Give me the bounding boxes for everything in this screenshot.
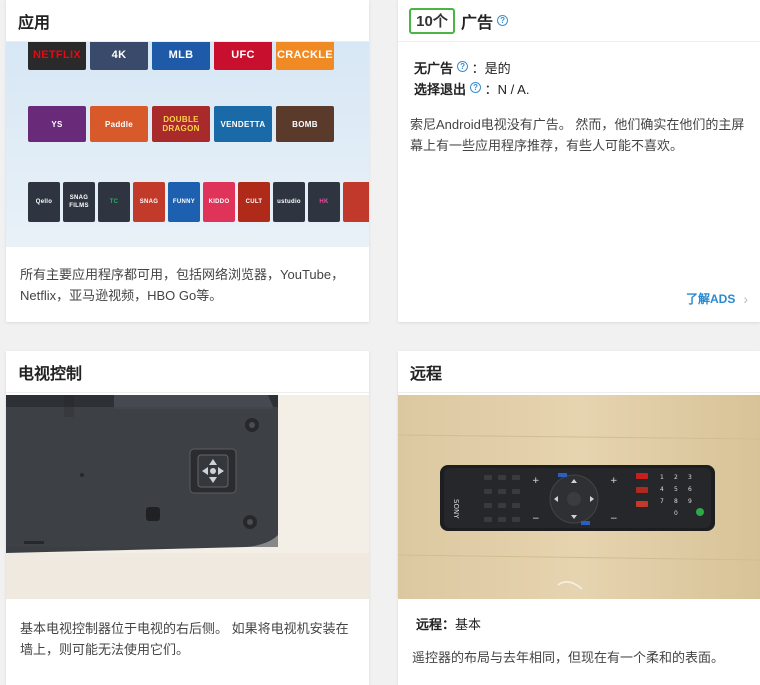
app-tile[interactable]: ustudio (273, 182, 305, 222)
svg-text:−: − (610, 514, 618, 524)
svg-text:3: 3 (688, 474, 692, 481)
tv-back-illustration (6, 395, 369, 599)
app-logo: MLB (152, 42, 210, 70)
tv-control-title: 电视控制 (6, 351, 369, 393)
app-logo: NETFLIX (28, 42, 86, 70)
app-logo: KIDDO (203, 182, 235, 222)
app-logo: VENDETTA (214, 106, 272, 142)
help-icon[interactable]: ? (470, 82, 482, 93)
apps-row-top: NETFLIX 4K MLB UFC CRACKLE (28, 42, 338, 70)
app-tile[interactable]: 4K (90, 42, 148, 70)
learn-ads-label: 了解ADS (685, 292, 736, 306)
no-ads-row: 无广告? ：是的 (414, 58, 511, 77)
opt-out-row: 选择退出? ：N / A. (414, 79, 529, 98)
no-ads-label: 无广告 (414, 61, 454, 76)
help-icon[interactable]: ? (457, 61, 469, 72)
svg-text:9: 9 (688, 498, 692, 505)
svg-text:1: 1 (660, 474, 664, 481)
ads-card: 10个 广告 ? 无广告? ：是的 选择退出? ：N / A. 索尼Androi… (398, 0, 760, 322)
remote-illustration: SONY + − + − 1 2 3 4 5 6 7 8 9 0 (398, 395, 760, 599)
app-logo: HK (308, 182, 340, 222)
app-tile[interactable] (343, 182, 369, 222)
app-tile[interactable]: FUNNY (168, 182, 200, 222)
svg-text:4: 4 (660, 486, 664, 493)
app-logo (343, 182, 369, 222)
app-tile[interactable]: UFC (214, 42, 272, 70)
chevron-right-icon: › (743, 290, 748, 307)
help-icon[interactable]: ? (497, 15, 509, 26)
remote-value: 基本 (455, 617, 482, 632)
app-tile[interactable]: TC (98, 182, 130, 222)
app-logo: CRACKLE (276, 42, 334, 70)
app-tile[interactable]: Qello (28, 182, 60, 222)
app-tile[interactable]: SNAG FILMS (63, 182, 95, 222)
app-logo: CULT (238, 182, 270, 222)
remote-title: 远程 (398, 351, 760, 393)
learn-ads-link[interactable]: 了解ADS › (686, 290, 748, 307)
app-tile[interactable]: CULT (238, 182, 270, 222)
remote-description: 遥控器的布局与去年相同，但现在有一个柔和的表面。 (412, 650, 725, 665)
app-logo: ustudio (273, 182, 305, 222)
apps-card: 应用 NETFLIX 4K MLB UFC CRACKLE YS Paddle DOUBLE… (6, 0, 369, 322)
app-logo: YS (28, 106, 86, 142)
ads-title: 广告 (461, 14, 494, 32)
apps-row-games: YS Paddle DOUBLE DRAGON VENDETTA BOMB (28, 106, 338, 142)
apps-screenshot: NETFLIX 4K MLB UFC CRACKLE YS Paddle DOUBLE DR… (6, 42, 369, 247)
remote-label: 远程： (416, 617, 456, 632)
app-tile[interactable]: NETFLIX (28, 42, 86, 70)
app-tile[interactable]: VENDETTA (214, 106, 272, 142)
opt-out-value: ：N / A. (484, 82, 530, 97)
svg-text:−: − (532, 514, 540, 524)
ads-description: 索尼Android电视没有广告。 然而，他们确实在他们的主屏幕上有一些应用程序推… (410, 117, 745, 153)
app-logo: DOUBLE DRAGON (152, 106, 210, 142)
svg-text:+: + (532, 476, 540, 486)
app-tile[interactable]: BOMB (276, 106, 334, 142)
app-logo: SNAG (133, 182, 165, 222)
ads-header: 10个 广告 ? (398, 0, 760, 42)
remote-card: 远程 SONY + − + − 1 2 3 4 5 6 7 8 9 0 远程：基… (398, 351, 760, 685)
ads-count-badge: 10个 (409, 7, 455, 34)
app-tile[interactable]: DOUBLE DRAGON (152, 106, 210, 142)
tv-control-photo (6, 395, 369, 599)
app-logo: UFC (214, 42, 272, 70)
svg-text:SONY: SONY (452, 499, 460, 519)
svg-text:+: + (610, 476, 618, 486)
app-tile[interactable]: MLB (152, 42, 210, 70)
tv-control-description: 基本电视控制器位于电视的右后侧。 如果将电视机安装在墙上，则可能无法使用它们。 (20, 621, 349, 657)
apps-description: 所有主要应用程序都可用，包括网络浏览器，YouTube，Netflix，亚马逊视… (20, 267, 345, 303)
svg-text:2: 2 (674, 474, 678, 481)
app-logo: Paddle (90, 106, 148, 142)
svg-text:5: 5 (674, 486, 678, 493)
app-tile[interactable]: SNAG (133, 182, 165, 222)
app-logo: FUNNY (168, 182, 200, 222)
app-tile[interactable]: Paddle (90, 106, 148, 142)
svg-text:7: 7 (660, 498, 664, 505)
app-tile[interactable]: KIDDO (203, 182, 235, 222)
app-logo: TC (98, 182, 130, 222)
no-ads-value: ：是的 (471, 61, 511, 76)
app-tile[interactable]: CRACKLE (276, 42, 334, 70)
svg-text:6: 6 (688, 486, 692, 493)
tv-control-card: 电视控制 基本电视控制器位于电视的右后侧。 如果将电视机安装在墙上，则可能无法使… (6, 351, 369, 685)
app-tile[interactable]: YS (28, 106, 86, 142)
app-logo: BOMB (276, 106, 334, 142)
svg-text:8: 8 (674, 498, 678, 505)
remote-rating: 远程：基本 (416, 614, 481, 633)
svg-text:0: 0 (674, 510, 678, 517)
app-logo: SNAG FILMS (63, 182, 95, 222)
apps-row-media: Qello SNAG FILMS TC SNAG FUNNY KIDDO CULT ustud… (28, 182, 369, 222)
app-tile[interactable]: HK (308, 182, 340, 222)
opt-out-label: 选择退出 (414, 82, 467, 97)
apps-title: 应用 (6, 0, 369, 42)
remote-photo: SONY + − + − 1 2 3 4 5 6 7 8 9 0 (398, 395, 760, 599)
app-logo: Qello (28, 182, 60, 222)
app-logo: 4K (90, 42, 148, 70)
